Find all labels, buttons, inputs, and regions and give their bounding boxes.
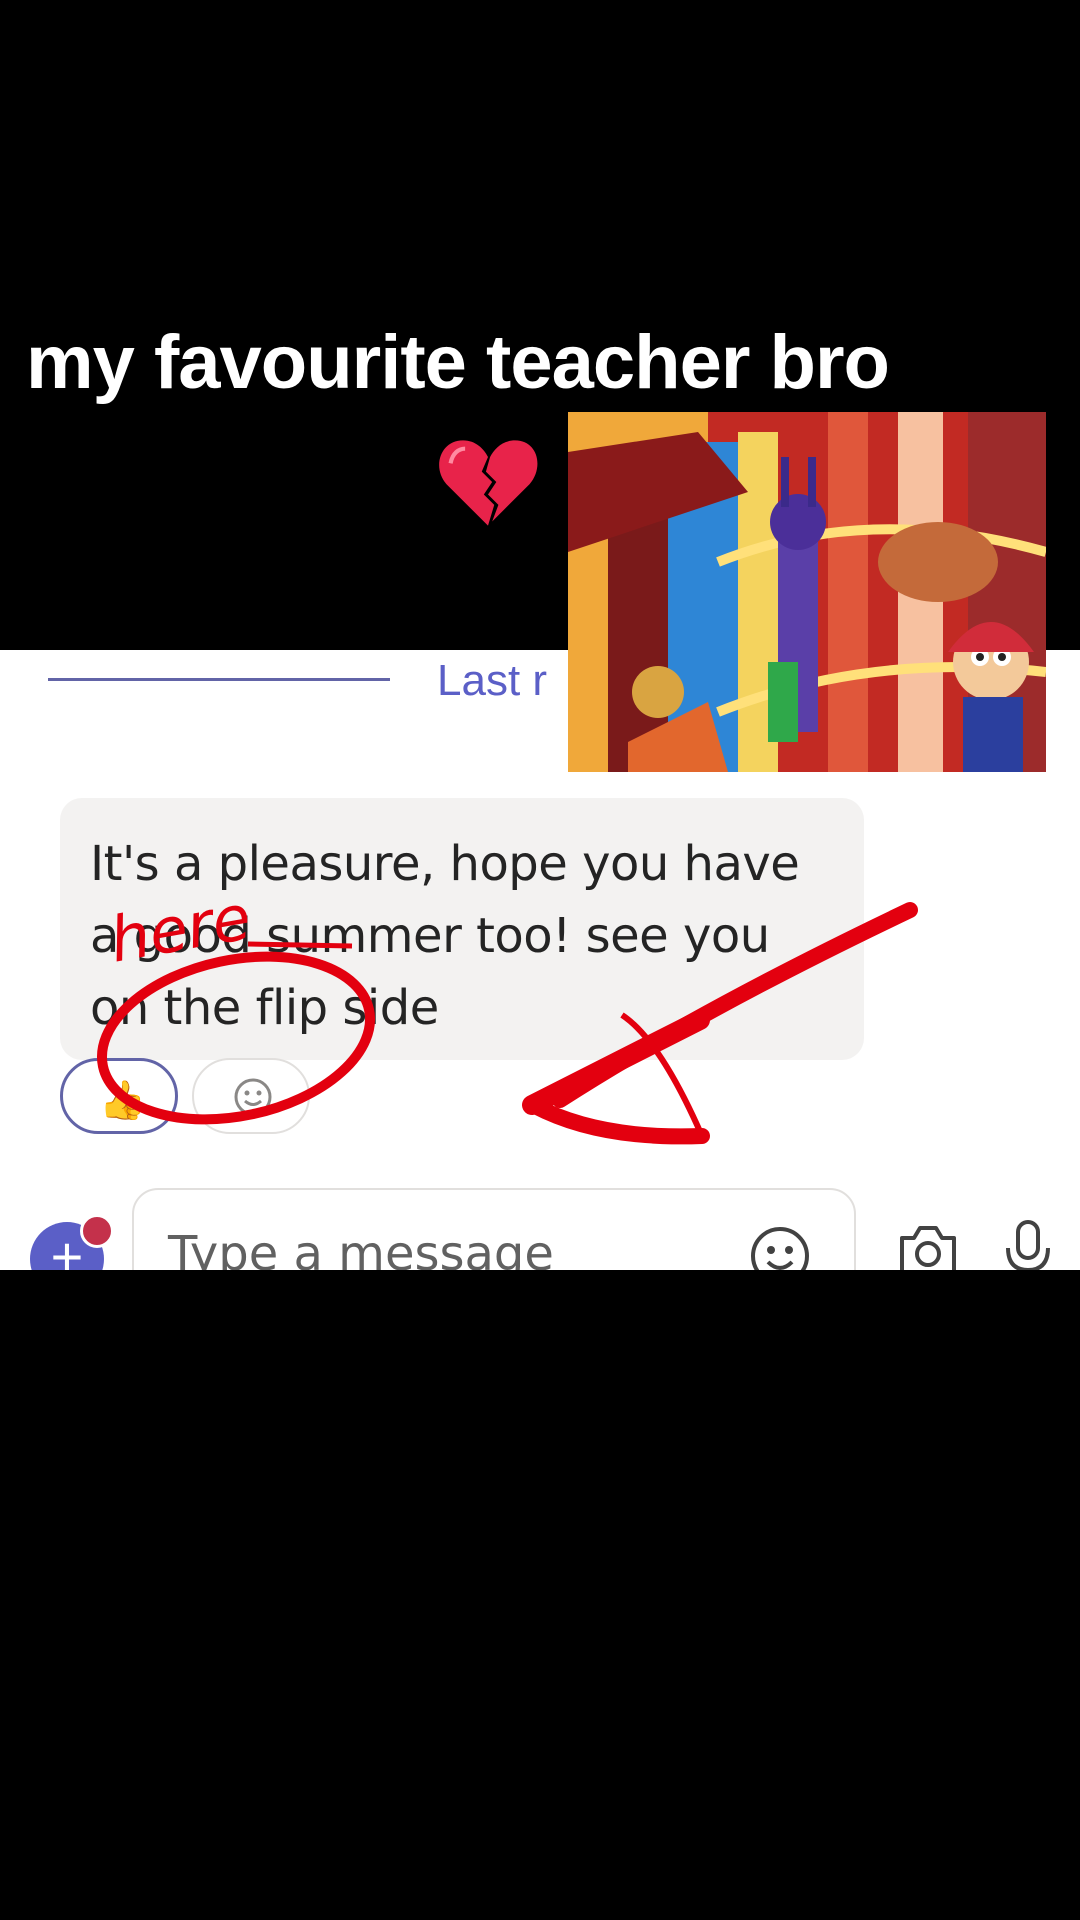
broken-heart-emoji	[439, 440, 538, 526]
thumbs-up-reaction[interactable]: 👍	[60, 1058, 178, 1134]
message-line: It's a pleasure, hope you have	[90, 836, 800, 892]
message-text: It's a pleasure, hope you have a good su…	[90, 828, 850, 1044]
video-thumbnail	[568, 412, 1046, 772]
plus-icon: +	[50, 1225, 84, 1270]
compose-placeholder: Type a message	[168, 1226, 554, 1270]
message-bubble[interactable]: It's a pleasure, hope you have a good su…	[60, 798, 864, 1060]
add-reaction-button[interactable]	[192, 1058, 310, 1134]
last-read-label: Last r	[437, 656, 548, 705]
last-read-divider	[48, 678, 390, 681]
microphone-icon[interactable]	[1000, 1218, 1056, 1270]
message-line: a good summer too! see you	[90, 908, 770, 964]
message-compose-input[interactable]: Type a message	[132, 1188, 856, 1270]
camera-icon[interactable]	[896, 1222, 960, 1270]
notification-dot	[80, 1214, 114, 1248]
smiley-icon[interactable]	[748, 1224, 812, 1270]
video-caption: my favourite teacher bro	[26, 320, 890, 405]
thumbs-up-emoji: 👍	[99, 1080, 147, 1122]
message-line: on the flip side	[90, 980, 439, 1036]
add-reaction-icon	[234, 1078, 272, 1116]
